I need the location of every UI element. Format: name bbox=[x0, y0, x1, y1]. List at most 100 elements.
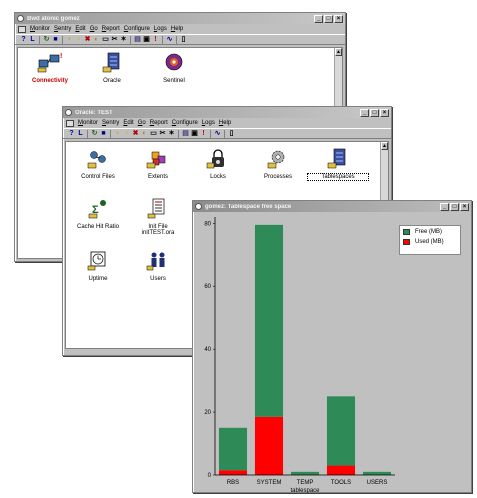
window-icon[interactable]: ▭ bbox=[150, 130, 157, 138]
toolbar-separator bbox=[210, 129, 211, 138]
alert-icon[interactable]: ! bbox=[200, 130, 207, 138]
refresh-icon[interactable]: ↻ bbox=[91, 130, 98, 138]
stop-x-icon[interactable]: ✖ bbox=[84, 36, 91, 44]
help-question-icon[interactable]: ? bbox=[20, 36, 27, 44]
alert-icon[interactable]: ! bbox=[152, 36, 159, 44]
document-icon[interactable]: ▯ bbox=[228, 130, 235, 138]
tools-icon[interactable]: ✂ bbox=[111, 36, 118, 44]
window-menu-icon[interactable] bbox=[17, 15, 24, 22]
tablespaces-icon bbox=[327, 148, 346, 169]
cache-hit-ratio-label: Cache Hit Ratio bbox=[76, 224, 120, 230]
title-bar[interactable]: Oracle: TEST _ □ × bbox=[63, 107, 391, 118]
window-title: Oracle: TEST bbox=[75, 109, 113, 116]
menu-logs[interactable]: Logs bbox=[154, 26, 167, 32]
record-icon[interactable]: ■ bbox=[100, 130, 107, 138]
oracle-label: Oracle bbox=[103, 78, 121, 84]
menu-sentry[interactable]: Sentry bbox=[102, 120, 119, 126]
bulb-icon[interactable]: ♀ bbox=[66, 36, 73, 44]
window-icon[interactable]: ▭ bbox=[102, 36, 109, 44]
menu-configure[interactable]: Configure bbox=[124, 26, 150, 32]
init-file-document-icon bbox=[147, 198, 165, 219]
alarm-icon[interactable]: ◐ bbox=[93, 36, 100, 44]
y-tick-label: 60 bbox=[204, 284, 211, 290]
sparkle-icon[interactable]: ✶ bbox=[168, 130, 175, 138]
x-tick-label: TEMP bbox=[297, 480, 314, 486]
uptime-item[interactable]: Uptime bbox=[68, 250, 128, 282]
maximize-button[interactable]: □ bbox=[324, 14, 333, 23]
lock-l-icon[interactable]: L bbox=[29, 36, 36, 44]
refresh-icon[interactable]: ↻ bbox=[43, 36, 50, 44]
title-bar[interactable]: Bwd atonic gomez _ □ × bbox=[15, 13, 345, 24]
maximize-button[interactable]: □ bbox=[450, 202, 459, 211]
graph-icon[interactable]: ∿ bbox=[166, 36, 173, 44]
bar-rbs-used bbox=[218, 470, 248, 475]
monitor-icon[interactable]: ▣ bbox=[191, 130, 198, 138]
menu-logs[interactable]: Logs bbox=[202, 120, 215, 126]
close-button[interactable]: × bbox=[334, 14, 343, 23]
document-icon[interactable]: ▯ bbox=[180, 36, 187, 44]
window-menu-icon[interactable] bbox=[65, 109, 72, 116]
tools-icon[interactable]: ✂ bbox=[159, 130, 166, 138]
sentinel-item[interactable]: Sentinel bbox=[144, 52, 204, 84]
maximize-button[interactable]: □ bbox=[370, 108, 379, 117]
bulb-icon[interactable]: ♀ bbox=[114, 130, 121, 138]
minimize-button[interactable]: _ bbox=[314, 14, 323, 23]
menu-help[interactable]: Help bbox=[219, 120, 231, 126]
legend-item-used: Used (MB) bbox=[403, 239, 457, 245]
minimize-button[interactable]: _ bbox=[440, 202, 449, 211]
bulb-yellow-icon[interactable]: ♀ bbox=[123, 130, 130, 138]
users-item[interactable]: Users bbox=[128, 250, 188, 282]
menu-configure[interactable]: Configure bbox=[172, 120, 198, 126]
x-tick-label: USERS bbox=[367, 480, 388, 486]
init-file-filename: initTEST.ora bbox=[141, 230, 175, 236]
extents-label: Extents bbox=[147, 174, 168, 180]
connectivity-icon: ! bbox=[37, 53, 62, 73]
x-tick-label: RBS bbox=[227, 480, 239, 486]
lock-l-icon[interactable]: L bbox=[77, 130, 84, 138]
processes-item[interactable]: Processes bbox=[248, 148, 308, 180]
sentinel-icon bbox=[165, 53, 183, 71]
x-axis-title: tablespace bbox=[290, 488, 320, 493]
extents-item[interactable]: Extents bbox=[128, 148, 188, 180]
init-file-item[interactable]: Init File initTEST.ora bbox=[128, 198, 188, 236]
menu-report[interactable]: Report bbox=[150, 120, 168, 126]
scroll-up-arrow-icon[interactable]: ▲ bbox=[381, 142, 388, 150]
menu-monitor[interactable]: Monitor bbox=[30, 26, 50, 32]
legend-item-free: Free (MB) bbox=[403, 229, 457, 235]
stop-x-icon[interactable]: ✖ bbox=[132, 130, 139, 138]
menu-edit[interactable]: Edit bbox=[123, 120, 133, 126]
sparkle-icon[interactable]: ✶ bbox=[120, 36, 127, 44]
minimize-button[interactable]: _ bbox=[360, 108, 369, 117]
menu-sentry[interactable]: Sentry bbox=[54, 26, 71, 32]
print-icon[interactable]: ▤ bbox=[182, 130, 189, 138]
help-question-icon[interactable]: ? bbox=[68, 130, 75, 138]
scroll-up-arrow-icon[interactable]: ▲ bbox=[335, 48, 342, 56]
graph-icon[interactable]: ∿ bbox=[214, 130, 221, 138]
menu-edit[interactable]: Edit bbox=[75, 26, 85, 32]
close-button[interactable]: × bbox=[380, 108, 389, 117]
alarm-icon[interactable]: ◐ bbox=[141, 130, 148, 138]
menu-monitor[interactable]: Monitor bbox=[78, 120, 98, 126]
window-menu-icon[interactable] bbox=[195, 203, 202, 210]
close-button[interactable]: × bbox=[460, 202, 469, 211]
menu-go[interactable]: Go bbox=[138, 120, 146, 126]
print-icon[interactable]: ▤ bbox=[134, 36, 141, 44]
control-files-item[interactable]: Control Files bbox=[68, 148, 128, 180]
legend-swatch-used bbox=[403, 239, 410, 245]
menu-help[interactable]: Help bbox=[171, 26, 183, 32]
legend-label-free: Free (MB) bbox=[415, 229, 442, 235]
toolbar-separator bbox=[62, 35, 63, 44]
monitor-icon[interactable]: ▣ bbox=[143, 36, 150, 44]
oracle-item[interactable]: Oracle bbox=[82, 52, 142, 84]
menu-report[interactable]: Report bbox=[102, 26, 120, 32]
cache-hit-ratio-item[interactable]: Σ Cache Hit Ratio bbox=[68, 198, 128, 230]
title-bar[interactable]: gomez: Tablespace free space _ □ × bbox=[193, 201, 471, 212]
menu-go[interactable]: Go bbox=[90, 26, 98, 32]
y-tick-label: 40 bbox=[204, 347, 211, 353]
bulb-yellow-icon[interactable]: ♀ bbox=[75, 36, 82, 44]
locks-item[interactable]: Locks bbox=[188, 148, 248, 180]
tablespaces-item[interactable]: Tablespaces bbox=[307, 148, 369, 181]
toolbar-separator bbox=[224, 129, 225, 138]
connectivity-item[interactable]: ! Connectivity bbox=[20, 52, 80, 84]
record-icon[interactable]: ■ bbox=[52, 36, 59, 44]
